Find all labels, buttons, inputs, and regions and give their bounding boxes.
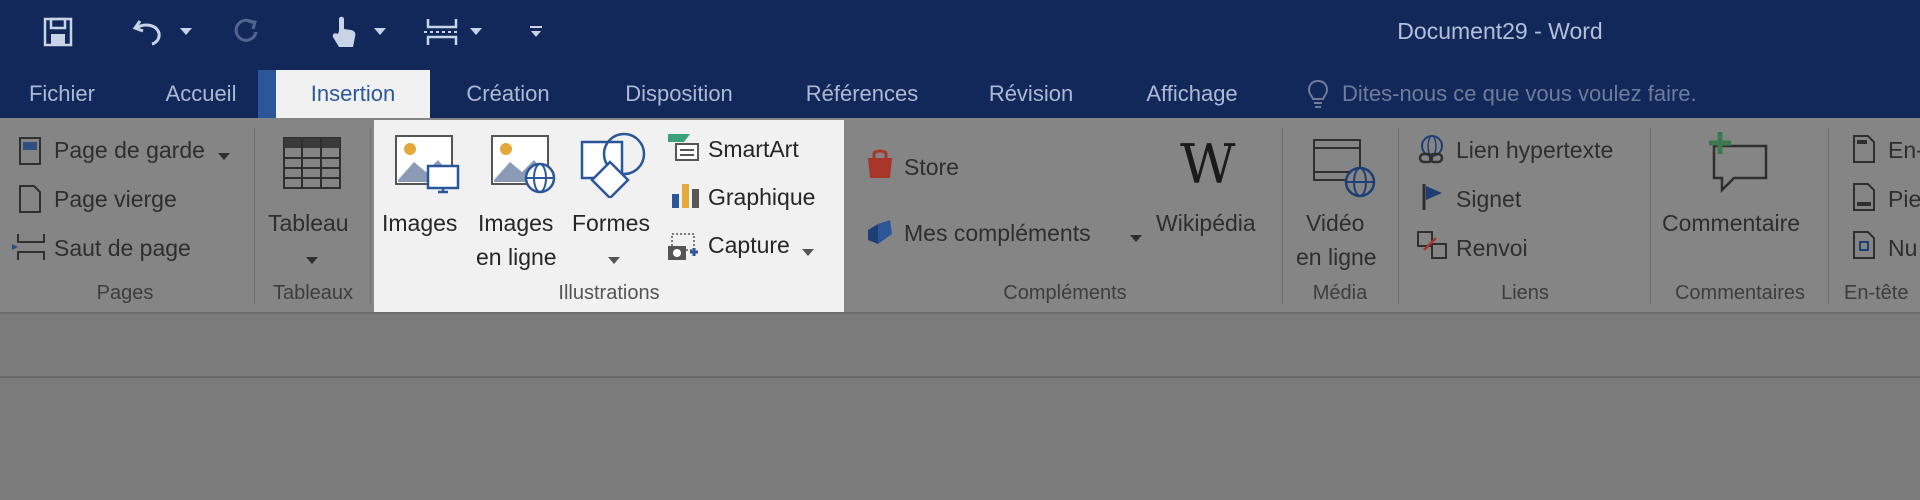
page-break-dropdown-icon[interactable] xyxy=(466,8,486,56)
signet-button[interactable]: Signet xyxy=(1456,186,1521,213)
tell-me-search[interactable]: Dites-nous ce que vous voulez faire. xyxy=(1342,70,1697,118)
wikipedia-icon: W xyxy=(1180,133,1236,196)
smartart-button[interactable]: SmartArt xyxy=(708,136,799,163)
mes-complements-button[interactable]: Mes compléments xyxy=(904,220,1091,247)
group-label-illustrations: Illustrations xyxy=(558,282,660,304)
chart-icon xyxy=(670,180,702,215)
video-en-ligne-button-line2[interactable]: en ligne xyxy=(1296,244,1377,271)
group-separator xyxy=(1282,128,1283,304)
wikipedia-button[interactable]: Wikipédia xyxy=(1156,210,1256,237)
page-break-icon[interactable] xyxy=(420,8,464,56)
group-label-liens: Liens xyxy=(1501,282,1549,304)
tab-insertion[interactable]: Insertion xyxy=(276,70,430,118)
window-title: Document29 - Word xyxy=(1397,18,1603,44)
tab-references[interactable]: Références xyxy=(798,70,926,118)
group-label-tableaux: Tableaux xyxy=(272,282,354,304)
undo-dropdown-icon[interactable] xyxy=(176,8,196,56)
redo-icon[interactable] xyxy=(226,8,266,56)
bookmark-icon xyxy=(1420,182,1446,217)
page-number-icon xyxy=(1852,230,1876,265)
group-label-media: Média xyxy=(1312,282,1368,304)
tab-disposition[interactable]: Disposition xyxy=(614,70,744,118)
illustrations-group: Images Images en ligne Formes SmartArt G… xyxy=(374,120,844,315)
page-vierge-button[interactable]: Page vierge xyxy=(54,186,177,213)
smartart-icon xyxy=(666,132,700,167)
save-icon[interactable] xyxy=(38,8,78,56)
numero-de-page-button[interactable]: Nu xyxy=(1888,235,1917,262)
group-label-commentaires: Commentaires xyxy=(1674,282,1806,304)
pied-de-page-button[interactable]: Pie xyxy=(1888,186,1920,213)
group-separator xyxy=(1650,128,1651,304)
tab-revision[interactable]: Révision xyxy=(982,70,1080,118)
ruler-divider xyxy=(0,376,1920,378)
tableau-dropdown-icon[interactable] xyxy=(306,252,318,270)
table-icon xyxy=(282,136,342,195)
cover-page-icon xyxy=(18,136,44,171)
online-video-icon xyxy=(1312,136,1376,205)
graphique-button[interactable]: Graphique xyxy=(708,184,815,211)
touch-mode-icon[interactable] xyxy=(324,8,364,56)
group-separator xyxy=(370,128,371,304)
lightbulb-icon xyxy=(1307,79,1329,114)
commentaire-button[interactable]: Commentaire xyxy=(1662,210,1800,237)
page-de-garde-dropdown-icon[interactable] xyxy=(218,148,230,166)
document-area xyxy=(0,314,1920,500)
formes-dropdown-icon[interactable] xyxy=(608,252,620,270)
saut-de-page-button[interactable]: Saut de page xyxy=(54,235,191,262)
header-icon xyxy=(1852,134,1876,169)
group-label-entete: En-tête xyxy=(1844,282,1909,304)
undo-icon[interactable] xyxy=(128,8,168,56)
page-break-ribbon-icon xyxy=(12,232,48,267)
mes-complements-dropdown-icon[interactable] xyxy=(1130,230,1142,248)
tab-creation[interactable]: Création xyxy=(458,70,558,118)
images-button[interactable]: Images xyxy=(382,210,457,237)
blank-page-icon xyxy=(18,184,44,219)
screenshot-icon xyxy=(666,232,700,267)
store-button[interactable]: Store xyxy=(904,154,959,181)
group-label-complements: Compléments xyxy=(1003,282,1127,304)
images-en-ligne-button-line2[interactable]: en ligne xyxy=(476,244,557,271)
store-icon xyxy=(864,148,896,185)
renvoi-button[interactable]: Renvoi xyxy=(1456,235,1528,262)
touch-mode-dropdown-icon[interactable] xyxy=(370,8,390,56)
group-separator xyxy=(1398,128,1399,304)
images-icon xyxy=(394,134,460,201)
tab-affichage[interactable]: Affichage xyxy=(1136,70,1248,118)
tab-fichier[interactable]: Fichier xyxy=(20,70,104,118)
group-separator xyxy=(254,128,255,304)
tab-accent-bar xyxy=(258,70,276,118)
my-addins-icon xyxy=(864,216,896,251)
tableau-button[interactable]: Tableau xyxy=(268,210,349,237)
hyperlink-icon xyxy=(1416,134,1448,171)
group-label-pages: Pages xyxy=(96,282,154,304)
en-tete-button[interactable]: En- xyxy=(1888,137,1920,164)
group-separator xyxy=(1828,128,1829,304)
lien-hypertexte-button[interactable]: Lien hypertexte xyxy=(1456,137,1613,164)
video-en-ligne-button-line1[interactable]: Vidéo xyxy=(1306,210,1364,237)
capture-button[interactable]: Capture xyxy=(708,232,790,259)
footer-icon xyxy=(1852,182,1876,217)
cross-reference-icon xyxy=(1416,230,1448,265)
page-de-garde-button[interactable]: Page de garde xyxy=(54,137,205,164)
customize-qat-icon[interactable] xyxy=(526,8,546,56)
capture-dropdown-icon[interactable] xyxy=(802,244,814,262)
tab-accueil[interactable]: Accueil xyxy=(156,70,246,118)
new-comment-icon xyxy=(1706,130,1772,199)
images-en-ligne-button-line1[interactable]: Images xyxy=(478,210,553,237)
formes-button[interactable]: Formes xyxy=(572,210,650,237)
online-images-icon xyxy=(490,134,556,201)
shapes-icon xyxy=(580,132,646,203)
